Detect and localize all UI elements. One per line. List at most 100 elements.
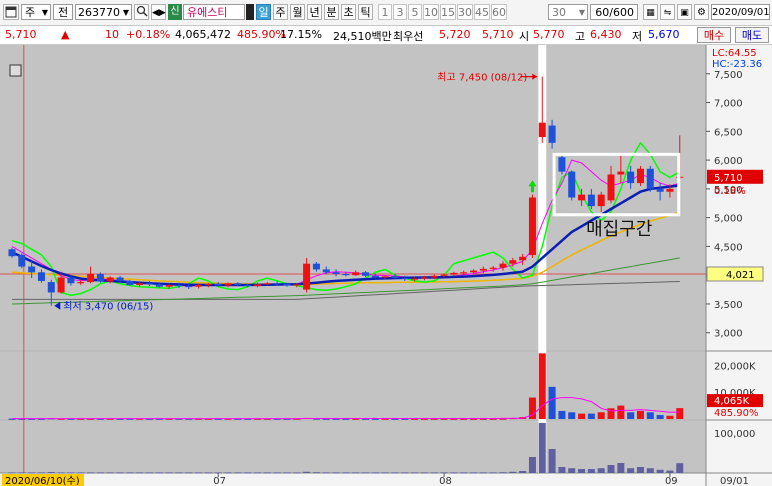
candle-body <box>460 272 468 274</box>
amount-bar <box>204 472 212 474</box>
price-tick-label: 7,500 <box>714 70 743 81</box>
tab-period-0[interactable]: 일 <box>256 4 271 20</box>
stock-code-input[interactable]: 263770 ▼ <box>75 4 132 20</box>
candle-body <box>185 286 193 288</box>
candle-body <box>489 267 497 269</box>
save-icon[interactable]: ▣ <box>677 4 692 20</box>
candle-body <box>499 263 507 268</box>
minute-option-10[interactable]: 10 <box>423 4 439 20</box>
amount-bar <box>224 472 232 474</box>
candle-body <box>312 263 320 270</box>
amount-bar <box>8 472 16 474</box>
date-tick-label: 07 <box>213 476 226 486</box>
amount-bar <box>656 469 664 473</box>
tab-period-4[interactable]: 분 <box>324 4 339 20</box>
candle-body <box>283 283 291 286</box>
high-label: 고 <box>575 30 586 43</box>
amount-bar <box>391 472 399 474</box>
candle-body <box>401 278 409 280</box>
minute-option-3[interactable]: 3 <box>393 4 407 20</box>
accumulation-label: 매집구간 <box>586 219 652 240</box>
minute-option-45[interactable]: 45 <box>474 4 490 20</box>
cursor-date-label: 2020/06/10(수) <box>5 475 80 486</box>
volume-bar <box>627 412 635 419</box>
tab-period-1[interactable]: 주 <box>273 4 288 20</box>
candle-body <box>303 263 311 290</box>
candle-body <box>57 277 65 293</box>
amount-bar <box>18 472 26 474</box>
chevron-down-icon: ▼ <box>122 8 129 17</box>
candle-body <box>420 277 428 279</box>
compare-icon[interactable]: ⇋ <box>660 4 675 20</box>
amount-bar <box>106 472 114 474</box>
candle-body <box>204 283 212 285</box>
tab-period-6[interactable]: 틱 <box>358 4 373 20</box>
amount-bar <box>371 472 379 474</box>
gear-icon[interactable]: ⚙ <box>694 4 709 20</box>
volume-pane <box>0 352 706 419</box>
count-select[interactable]: 30 ▼ <box>548 4 588 20</box>
best-ask-label: 최우선 <box>393 30 424 43</box>
amount-bar <box>77 472 85 474</box>
candle-body <box>391 276 399 279</box>
amount-bar <box>283 472 291 474</box>
search-icon[interactable] <box>134 4 149 20</box>
buy-button[interactable]: 매수 <box>697 27 731 43</box>
tab-period-5[interactable]: 초 <box>341 4 356 20</box>
chart-window-icon[interactable] <box>3 4 19 20</box>
low-annotation: 최저 3,470 (06/15) <box>63 301 153 313</box>
price-tick-label: 6,000 <box>714 156 743 167</box>
candle-body <box>479 268 487 271</box>
minute-option-60[interactable]: 60 <box>491 4 507 20</box>
candle-body <box>509 260 517 264</box>
amount-bar <box>145 472 153 474</box>
amount-bar <box>381 472 389 474</box>
minute-option-5[interactable]: 5 <box>408 4 422 20</box>
candle-body <box>440 274 448 276</box>
minute-option-15[interactable]: 15 <box>440 4 456 20</box>
best-ask: 5,720 <box>439 28 471 41</box>
amount-bar <box>234 472 242 474</box>
amount-bar <box>636 467 644 473</box>
amount-bar <box>195 472 203 474</box>
candle-body <box>145 283 153 285</box>
volume-ratio: 485.90% <box>237 28 286 41</box>
candle-body <box>627 171 635 184</box>
period-unit-select[interactable]: 주 ▼ <box>21 4 51 20</box>
volume-bar <box>617 405 625 419</box>
scroll-arrows-icon[interactable]: ◀▶ <box>151 4 166 20</box>
market-scope-select[interactable]: 전 <box>53 4 73 20</box>
tab-period-3[interactable]: 년 <box>307 4 322 20</box>
candle-body <box>116 277 124 281</box>
candle-body <box>617 171 625 175</box>
amount-bar <box>303 471 311 473</box>
chart-settings-icon <box>9 64 22 77</box>
amount-bar <box>420 472 428 474</box>
candle-body <box>67 277 75 284</box>
amount-bar <box>37 472 45 474</box>
change-rate: +0.18% <box>126 28 171 41</box>
sell-button[interactable]: 매도 <box>735 27 769 43</box>
amount-bar <box>116 472 124 474</box>
candle-body <box>450 272 458 275</box>
candle-body <box>293 284 301 286</box>
candle-body <box>332 272 340 275</box>
grid-settings-icon[interactable]: ▦ <box>643 4 658 20</box>
date-field[interactable]: 2020/09/01 <box>711 4 770 20</box>
tab-period-2[interactable]: 월 <box>290 4 305 20</box>
range-display[interactable]: 60/600 <box>590 4 638 20</box>
amount-bar <box>185 472 193 474</box>
stock-chart[interactable]: 최고 7,450 (08/12) 최저 3,470 (06/15) 매집구간 3,0… <box>0 45 772 486</box>
amount-bar <box>293 472 301 474</box>
candle-body <box>322 269 330 273</box>
amount-bar <box>362 472 370 474</box>
amount-bar <box>666 470 674 473</box>
candle-body <box>656 188 664 192</box>
amount-bar <box>312 472 320 474</box>
stock-name-field[interactable]: 유에스티 <box>183 4 245 20</box>
amount-bar <box>489 472 497 474</box>
minute-option-1[interactable]: 1 <box>378 4 392 20</box>
minute-option-30[interactable]: 30 <box>457 4 473 20</box>
candle-body <box>597 194 605 207</box>
amount-bar <box>430 472 438 474</box>
